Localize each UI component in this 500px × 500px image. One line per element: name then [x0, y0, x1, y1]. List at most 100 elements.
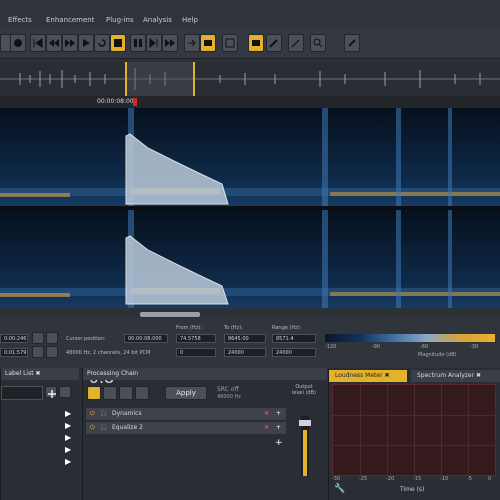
menu-analysis[interactable]: Analysis	[143, 16, 172, 24]
tab-loudness-meter[interactable]: Loudness Meter ✖	[329, 370, 407, 382]
remove-icon[interactable]: ✖	[264, 408, 269, 420]
transport-toolbar	[0, 28, 500, 59]
processing-chain-title: Processing Chain	[87, 370, 139, 377]
chain-item-label: Dynamics	[112, 410, 142, 417]
scale-tick: -30	[470, 344, 479, 350]
add-effect-icon[interactable]: +	[275, 438, 283, 448]
settings-tool-button[interactable]	[344, 34, 360, 52]
from-field[interactable]: 74.5758	[176, 334, 216, 343]
horizontal-scrollbar[interactable]	[0, 308, 500, 318]
spectrogram-svg	[0, 108, 500, 308]
meter-x-axis: -30 -25 -20 -15 -10 -5 0	[332, 476, 496, 484]
menu-help[interactable]: Help	[182, 16, 198, 24]
follow-button[interactable]	[184, 34, 200, 52]
label-list-title: Label List	[5, 370, 34, 377]
output-level-fill	[303, 430, 307, 476]
add-icon[interactable]: +	[276, 422, 281, 434]
save-icon[interactable]	[135, 386, 149, 400]
cursor-position-label: Cursor position:	[66, 336, 106, 342]
overview-waveform-svg	[0, 62, 500, 96]
scale-tick: -60	[420, 344, 429, 350]
open-folder-icon[interactable]	[119, 386, 133, 400]
label-settings-button[interactable]	[59, 386, 71, 398]
range-field-2[interactable]: 24000	[272, 348, 316, 357]
fast-forward-button[interactable]	[62, 34, 78, 52]
meter-xlabel: Time (s)	[400, 486, 425, 493]
redo-icon[interactable]	[46, 332, 58, 344]
to-label: To (Hz):	[224, 325, 243, 331]
add-icon[interactable]: +	[276, 408, 281, 420]
processing-chain-panel: Processing Chain Apply SRC off 48000 Hz …	[82, 368, 327, 500]
power-icon[interactable]: ⏻	[90, 408, 95, 420]
from-label: From (Hz):	[176, 325, 202, 331]
pause-button[interactable]	[130, 34, 146, 52]
x-tick: 0	[488, 476, 492, 482]
end-time-field[interactable]: 0:01:579	[0, 348, 28, 357]
playhead-marker[interactable]	[133, 98, 137, 106]
rewind-button[interactable]	[46, 34, 62, 52]
chain-item[interactable]: ⏻ 🎧 Equalize 2 ✖ +	[86, 422, 286, 434]
record-button[interactable]	[10, 34, 26, 52]
new-chain-icon[interactable]	[103, 386, 117, 400]
loop-button[interactable]	[94, 34, 110, 52]
menu-enhancement[interactable]: Enhancement	[46, 16, 94, 24]
cursor-position-field[interactable]: 00:00:08:000	[124, 334, 168, 343]
undo-icon-2[interactable]	[32, 346, 44, 358]
headphones-icon[interactable]: 🎧	[100, 422, 107, 434]
remove-icon[interactable]: ✖	[264, 422, 269, 434]
spectrogram-view[interactable]	[0, 108, 500, 308]
scale-tick: -90	[372, 344, 381, 350]
x-tick: -5	[467, 476, 472, 482]
start-time-field[interactable]: 0:00:246	[0, 334, 28, 343]
brush-tool-button[interactable]	[266, 34, 282, 52]
stop-button[interactable]	[110, 34, 126, 52]
expand-arrows[interactable]: ▶ ▶ ▶ ▶ ▶	[65, 408, 71, 468]
chain-item[interactable]: ⏻ 🎧 Dynamics ✖ +	[86, 408, 286, 420]
time-ruler[interactable]: 00:00:08:00	[0, 96, 500, 108]
power-icon[interactable]: ⏻	[90, 422, 95, 434]
selection-tool-button[interactable]	[222, 34, 238, 52]
headphones-icon[interactable]: 🎧	[100, 408, 107, 420]
menu-effects[interactable]: Effects	[8, 16, 32, 24]
to-field[interactable]: 8645.00	[224, 334, 266, 343]
magnitude-colorbar	[325, 334, 495, 342]
go-start-button[interactable]	[30, 34, 46, 52]
power-icon[interactable]	[87, 386, 101, 400]
scale-tick: -120	[325, 344, 337, 350]
next-button[interactable]	[162, 34, 178, 52]
x-tick: -20	[386, 476, 395, 482]
to-field-2[interactable]: 24000	[224, 348, 266, 357]
processing-chain-header: Processing Chain	[83, 368, 327, 380]
menu-plugins[interactable]: Plug-ins	[106, 16, 134, 24]
chain-item-label: Equalize 2	[112, 424, 143, 431]
undo-icon[interactable]	[32, 332, 44, 344]
waveform-overview[interactable]	[0, 62, 500, 96]
output-level-label: Output level (dB)	[292, 384, 316, 396]
range-field[interactable]: 8571.4	[272, 334, 316, 343]
play-button[interactable]	[78, 34, 94, 52]
wrench-icon[interactable]: 🔧	[334, 484, 345, 494]
src-off-label: SRC off	[217, 386, 239, 393]
x-tick: -25	[359, 476, 368, 482]
from-field-2[interactable]: 0	[176, 348, 216, 357]
format-label: 48000 Hz, 2 channels, 24 bit PCM	[66, 350, 151, 356]
colorbar-title: Magnitude (dB)	[418, 352, 457, 358]
output-level-slider[interactable]	[299, 416, 311, 476]
tab-spectrum-analyzer[interactable]: Spectrum Analyzer ✖	[411, 370, 500, 382]
marquee-tool-button[interactable]	[248, 34, 264, 52]
apply-button[interactable]: Apply	[165, 386, 207, 400]
tab-spectrum-analyzer-label: Spectrum Analyzer	[417, 372, 475, 379]
close-icon[interactable]: ✖	[36, 370, 41, 377]
scrollbar-thumb[interactable]	[140, 312, 200, 317]
x-tick: -10	[440, 476, 449, 482]
redo-icon-2[interactable]	[46, 346, 58, 358]
pencil-tool-button[interactable]	[288, 34, 304, 52]
add-label-button[interactable]	[45, 386, 57, 398]
label-list-header: Label List ✖	[1, 368, 79, 380]
output-level-handle[interactable]	[299, 420, 311, 426]
menu-bar: Effects Enhancement Plug-ins Analysis He…	[0, 0, 500, 28]
label-dropdown[interactable]	[1, 386, 43, 400]
skip-end-button[interactable]	[146, 34, 162, 52]
zoom-tool-button[interactable]	[310, 34, 326, 52]
spectrum-view-button[interactable]	[200, 34, 216, 52]
